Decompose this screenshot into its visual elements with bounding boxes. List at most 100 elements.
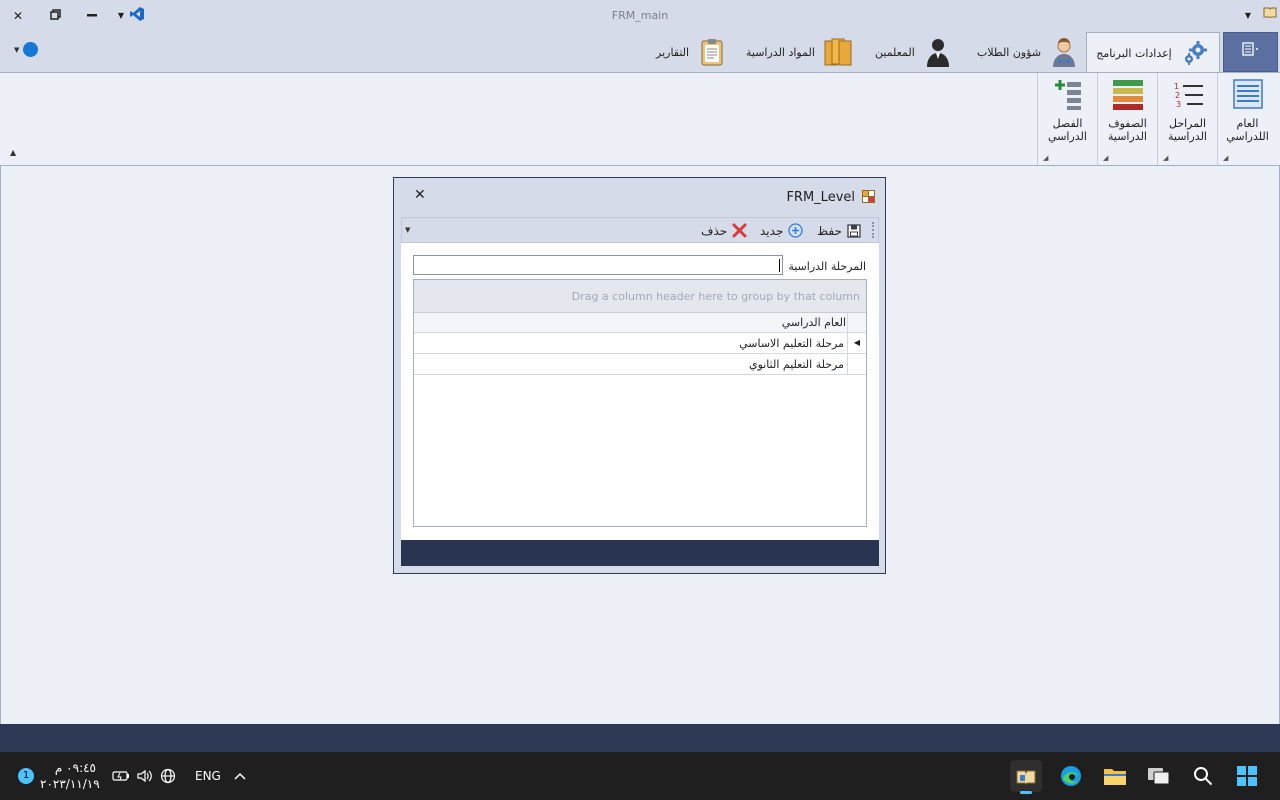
taskbar-start[interactable]	[1231, 760, 1263, 792]
svg-text:2: 2	[1175, 91, 1180, 100]
ribbon-label: الفصل	[1052, 117, 1083, 130]
save-label: حفظ	[817, 223, 842, 238]
colored-rows-icon	[1098, 77, 1157, 114]
window-title: FRM_main	[611, 9, 669, 22]
task-view-icon	[1148, 768, 1170, 785]
network-globe-icon[interactable]	[160, 752, 176, 800]
group-launcher-icon[interactable]: ◢	[1103, 154, 1108, 162]
ribbon-button-academic-year[interactable]: العام اللدراسي ◢	[1217, 73, 1277, 165]
tab-label: إعدادات البرنامج	[1096, 46, 1172, 60]
ribbon-button-class[interactable]: الفصل الدراسي ◢	[1037, 73, 1097, 165]
active-indicator	[1020, 791, 1032, 794]
clipboard-icon	[697, 37, 727, 67]
toolbar-options-icon[interactable]: ▼	[405, 226, 410, 234]
app-book-icon	[1262, 6, 1278, 26]
books-icon	[823, 37, 853, 67]
ribbon-label: المراحل	[1168, 117, 1207, 130]
ribbon-button-grades[interactable]: الصفوف الدراسية ◢	[1097, 73, 1157, 165]
add-list-icon	[1038, 77, 1097, 114]
ribbon-label: الدراسي	[1048, 130, 1087, 143]
chevron-up-icon[interactable]	[234, 752, 246, 800]
ribbon-label: الصفوف	[1108, 117, 1147, 130]
ribbon-label: العام	[1236, 117, 1259, 130]
group-launcher-icon[interactable]: ◢	[1043, 154, 1048, 162]
clock-date: ٢٠٢٣/١١/١٩	[40, 777, 100, 791]
taskbar-file-explorer[interactable]	[1099, 760, 1131, 792]
volume-icon[interactable]	[137, 752, 153, 800]
ribbon-label: الدراسية	[1108, 130, 1147, 143]
options-dropdown-icon[interactable]: ▼	[1242, 6, 1254, 26]
svg-text:1: 1	[1174, 82, 1179, 91]
taskbar-task-view[interactable]	[1143, 760, 1175, 792]
notification-badge[interactable]: 1	[18, 768, 34, 784]
taskbar-app-school[interactable]	[1010, 760, 1042, 794]
dialog-status-bar	[401, 540, 879, 566]
student-icon	[1049, 37, 1079, 67]
title-bar: ✕ ▼ FRM_main ▼	[0, 0, 1280, 32]
table-cell: مرحلة التعليم الثانوي	[748, 358, 844, 371]
taskbar-search[interactable]	[1187, 760, 1219, 792]
dialog-toolbar: ▼ حذف جديد حفظ	[401, 217, 879, 243]
dialog-title-bar[interactable]: ✕ FRM_Level	[394, 178, 885, 216]
ribbon-label: الدراسية	[1168, 130, 1207, 143]
indicator-header	[847, 313, 866, 332]
save-button[interactable]: حفظ	[817, 222, 862, 239]
level-input[interactable]	[413, 255, 783, 275]
add-circle-icon	[787, 223, 803, 239]
chevron-down-icon: ▼	[14, 45, 20, 54]
new-label: جديد	[760, 223, 784, 238]
file-menu-button[interactable]	[1223, 32, 1278, 72]
column-header-label: العام الدراسي	[781, 316, 846, 329]
tab-label: المواد الدراسية	[746, 45, 815, 59]
tab-label: التقارير	[656, 45, 690, 59]
table-row[interactable]: مرحلة التعليم الثانوي	[414, 354, 866, 375]
levels-grid: Drag a column header here to group by th…	[413, 279, 867, 527]
search-icon	[1194, 767, 1213, 786]
taskbar-clock[interactable]: ٠٩:٤٥ م ٢٠٢٣/١١/١٩	[40, 760, 100, 792]
edge-icon	[1061, 766, 1081, 786]
group-hint: Drag a column header here to group by th…	[571, 290, 860, 303]
column-header[interactable]: العام الدراسي	[414, 313, 866, 333]
app-status-bar	[0, 724, 1280, 752]
new-button[interactable]: جديد	[760, 222, 803, 239]
tab-label: المعلمين	[875, 45, 915, 59]
group-launcher-icon[interactable]: ◢	[1163, 154, 1168, 162]
tab-label: شؤون الطلاب	[977, 45, 1042, 59]
language-indicator[interactable]: ENG	[195, 752, 221, 800]
level-label: المرحلة الدراسية	[788, 260, 866, 273]
close-icon[interactable]: ✕	[414, 187, 426, 203]
collapse-ribbon-icon[interactable]: ▲	[10, 148, 16, 157]
tab-reports[interactable]: التقارير	[648, 32, 735, 72]
ribbon-button-levels[interactable]: 123 المراحل الدراسية ◢	[1157, 73, 1217, 165]
gear-icon	[1180, 38, 1210, 68]
tab-students[interactable]: شؤون الطلاب	[969, 32, 1087, 72]
dialog-title: FRM_Level	[786, 190, 855, 205]
skin-selector[interactable]: ▼	[14, 42, 39, 57]
dialog-form: المرحلة الدراسية Drag a column header he…	[401, 243, 879, 540]
tab-subjects[interactable]: المواد الدراسية	[738, 32, 861, 72]
battery-icon[interactable]	[112, 752, 130, 800]
folder-icon	[1104, 769, 1126, 785]
group-launcher-icon[interactable]: ◢	[1223, 154, 1228, 162]
group-by-panel[interactable]: Drag a column header here to group by th…	[414, 280, 866, 313]
file-menu-icon	[1241, 42, 1258, 56]
table-cell: مرحلة التعليم الاساسي	[739, 337, 844, 350]
delete-label: حذف	[701, 223, 728, 238]
numbered-list-icon: 123	[1158, 77, 1217, 114]
toolbar-grip[interactable]	[872, 222, 876, 238]
ribbon-panel: ▲ الفصل الدراسي ◢ الصفوف الدراسية ◢ 123 ال…	[0, 72, 1280, 166]
svg-text:3: 3	[1176, 100, 1181, 109]
delete-icon	[731, 223, 747, 239]
windows-taskbar: 1 ٠٩:٤٥ م ٢٠٢٣/١١/١٩ ENG	[0, 752, 1280, 800]
save-icon	[846, 223, 862, 239]
tab-teachers[interactable]: المعلمين	[867, 32, 961, 72]
text-caret	[779, 259, 780, 272]
delete-button[interactable]: حذف	[701, 222, 747, 239]
taskbar-edge[interactable]	[1055, 760, 1087, 792]
tab-settings[interactable]: إعدادات البرنامج	[1086, 32, 1220, 73]
row-indicator-icon: ◀	[847, 333, 866, 353]
ribbon-tabs: ▼ التقارير المواد الدراسية المعلمين شؤون…	[0, 32, 1280, 73]
row-indicator	[847, 354, 866, 374]
level-dialog: ✕ FRM_Level ▼ حذف جديد حفظ المرحلة الدرا…	[393, 177, 886, 574]
table-row[interactable]: ◀ مرحلة التعليم الاساسي	[414, 333, 866, 354]
